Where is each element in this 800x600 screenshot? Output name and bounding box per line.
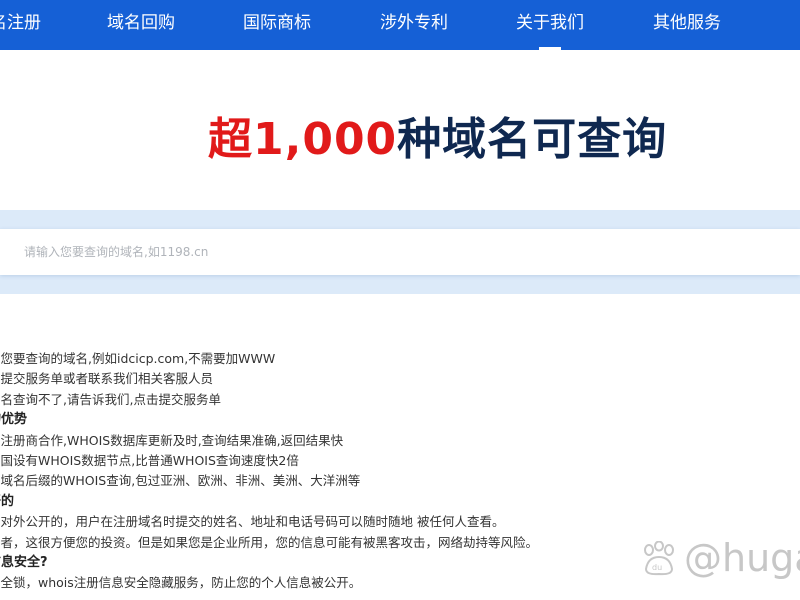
paw-du-icon: du bbox=[644, 541, 674, 576]
info-line: 域名查询不了,请告诉我们,点击提交服务单 bbox=[0, 391, 221, 407]
section-heading-public: 开的 bbox=[0, 493, 15, 509]
info-line: 是对外公开的，用户在注册域名时提交的姓名、地址和电话号码可以随时随地 被任何人查… bbox=[0, 514, 505, 530]
watermark-text: @huga bbox=[684, 536, 800, 580]
hero-title-rest: 种域名可查询 bbox=[397, 114, 668, 165]
section-heading-security: 信息安全? bbox=[0, 554, 48, 570]
nav-item-domain-register[interactable]: 名注册 bbox=[0, 0, 41, 50]
search-band bbox=[0, 210, 800, 294]
svg-text:du: du bbox=[652, 563, 662, 572]
nav-item-foreign-patent[interactable]: 涉外专利 bbox=[380, 0, 448, 50]
info-line: 级注册商合作,WHOIS数据库更新及时,查询结果准确,返回结果快 bbox=[0, 432, 344, 448]
search-box bbox=[0, 229, 800, 275]
top-nav: 名注册 域名回购 国际商标 涉外专利 关于我们 其他服务 bbox=[0, 0, 800, 50]
page: 名注册 域名回购 国际商标 涉外专利 关于我们 其他服务 超1,000种域名可查… bbox=[0, 0, 800, 600]
info-line: 入您要查询的域名,例如idcicp.com,不需要加WWW bbox=[0, 351, 276, 366]
info-line: 各国设有WHOIS数据节点,比普通WHOIS查询速度快2倍 bbox=[0, 452, 299, 468]
section-heading-advantages: 询优势 bbox=[0, 412, 28, 428]
hero-title-highlight: 超1,000 bbox=[208, 114, 398, 165]
info-content: 入您要查询的域名,例如idcicp.com,不需要加WWW 请提交服务单或者联系… bbox=[0, 349, 800, 594]
info-line: 安全锁，whois注册信息安全隐藏服务，防止您的个人信息被公开。 bbox=[0, 575, 362, 591]
hero: 超1,000种域名可查询 bbox=[0, 108, 800, 172]
nav-item-about-us[interactable]: 关于我们 bbox=[516, 0, 584, 50]
info-line: 资者，这很方便您的投资。但是如果您是企业所用，您的信息可能有被黑客攻击，网络劫持… bbox=[0, 534, 539, 550]
info-line: 请提交服务单或者联系我们相关客服人员 bbox=[0, 371, 214, 387]
nav-item-other-services[interactable]: 其他服务 bbox=[653, 0, 721, 50]
nav-item-intl-trademark[interactable]: 国际商标 bbox=[243, 0, 311, 50]
info-line: 种域名后缀的WHOIS查询,包过亚洲、欧洲、非洲、美洲、大洋洲等 bbox=[0, 473, 361, 489]
hero-title: 超1,000种域名可查询 bbox=[208, 108, 667, 172]
domain-search-input[interactable] bbox=[0, 229, 790, 275]
nav-item-domain-buyback[interactable]: 域名回购 bbox=[107, 0, 175, 50]
